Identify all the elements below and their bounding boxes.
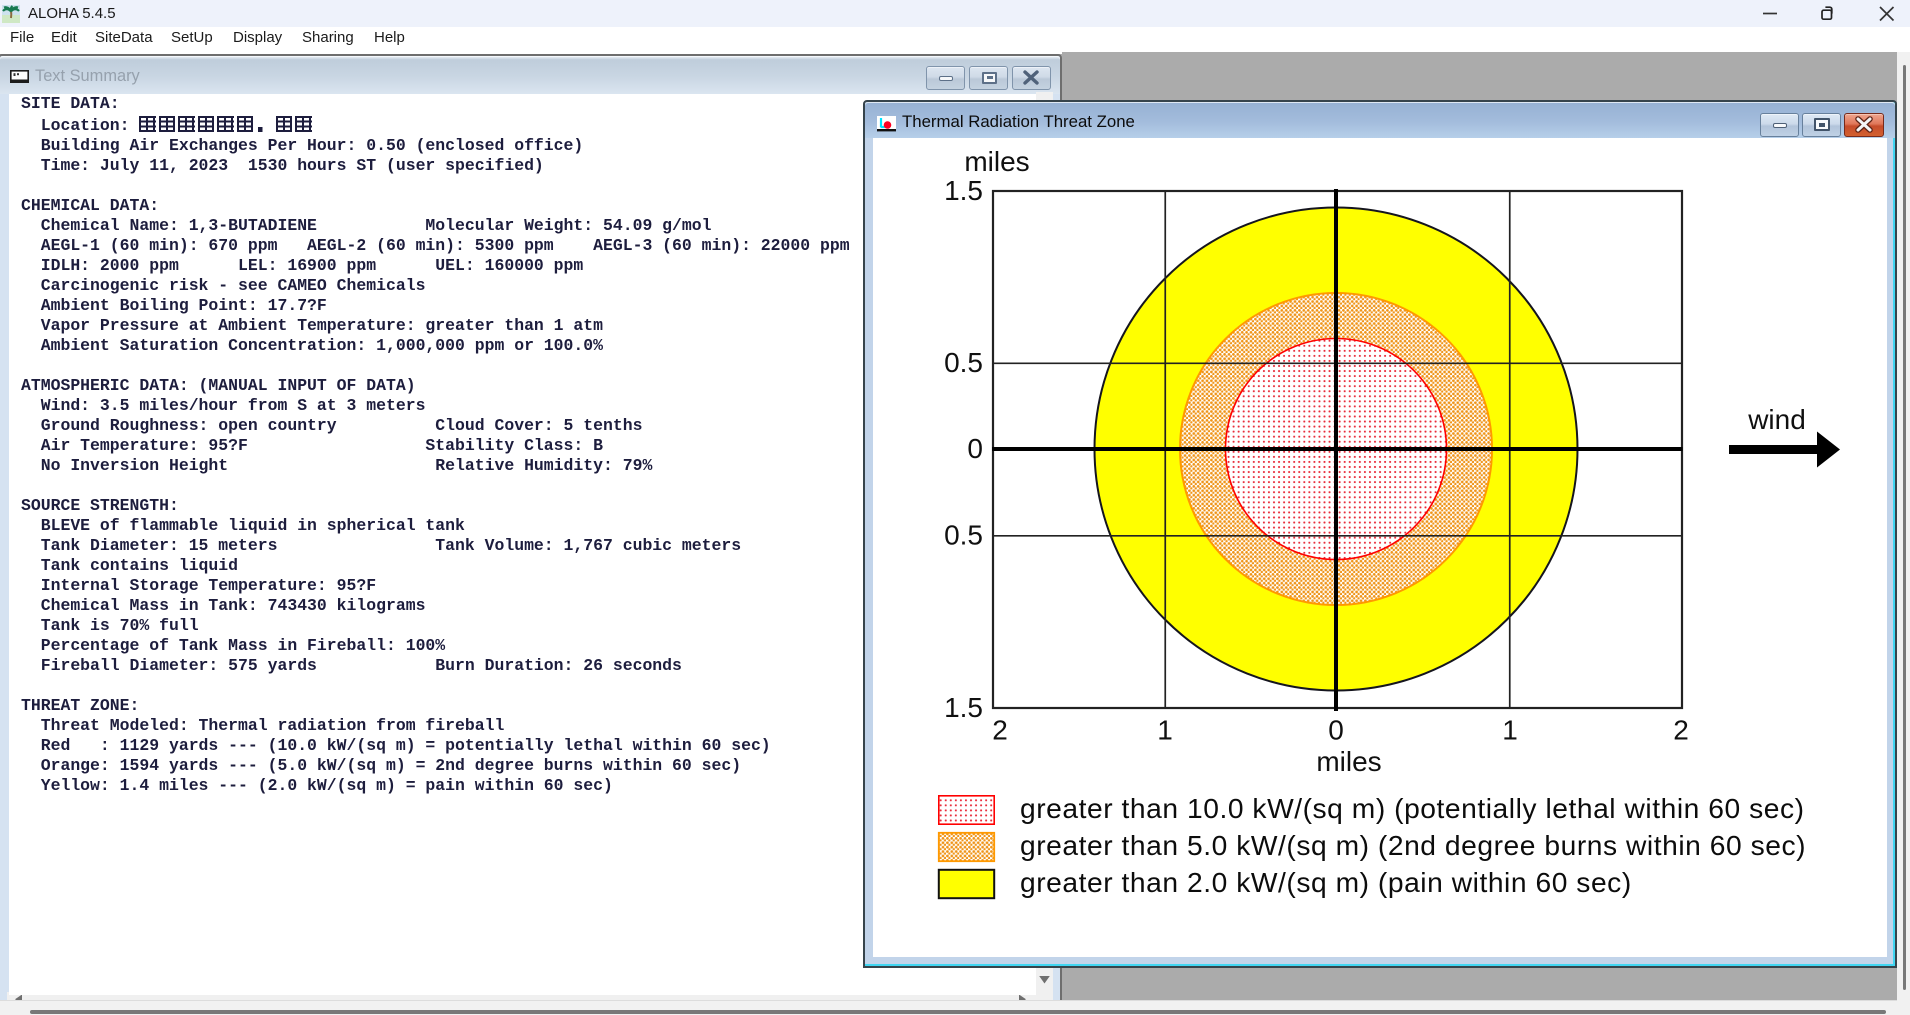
svg-text:0: 0 [1328, 715, 1344, 746]
svg-text:0.5: 0.5 [944, 520, 983, 551]
svg-text:greater than 5.0 kW/(sq m) (2n: greater than 5.0 kW/(sq m) (2nd degree b… [1020, 829, 1806, 861]
svg-text:greater than 2.0 kW/(sq m) (pa: greater than 2.0 kW/(sq m) (pain within … [1020, 866, 1632, 898]
svg-text:1.5: 1.5 [944, 175, 983, 206]
svg-text:1.5: 1.5 [944, 692, 983, 723]
svg-text:1: 1 [1157, 715, 1173, 746]
svg-text:2: 2 [1673, 715, 1689, 746]
svg-text:miles: miles [1316, 746, 1381, 777]
svg-text:greater than 10.0 kW/(sq m) (p: greater than 10.0 kW/(sq m) (potentially… [1020, 792, 1805, 824]
svg-text:wind: wind [1747, 404, 1806, 435]
svg-text:0: 0 [967, 433, 983, 464]
svg-text:miles: miles [964, 146, 1029, 177]
svg-text:2: 2 [992, 715, 1008, 746]
svg-text:0.5: 0.5 [944, 347, 983, 378]
svg-text:1: 1 [1502, 715, 1518, 746]
